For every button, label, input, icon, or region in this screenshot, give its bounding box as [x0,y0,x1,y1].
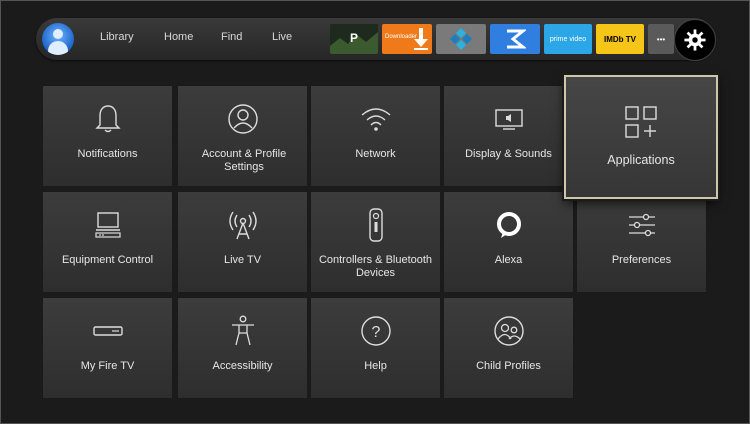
kodi-app-icon[interactable] [436,24,486,54]
p-app-icon[interactable]: P [330,24,378,54]
s-logo-icon [507,29,526,49]
nav-live[interactable]: Live [272,31,292,43]
tile-label: Notifications [77,148,138,160]
remote-icon [368,208,383,242]
screen: Library Home Find Live P Downloader prim… [0,0,750,424]
app-s-icon[interactable] [490,24,540,54]
tile-label: Network [355,148,396,160]
settings-tile-alexa[interactable]: Alexa [443,191,574,293]
tile-label: Controllers & Bluetooth Devices [318,254,433,279]
person-icon [227,104,258,134]
accessibility-icon [231,315,254,346]
settings-tile-network[interactable]: Network [310,85,441,187]
settings-tile-equipment-control[interactable]: Equipment Control [42,191,173,293]
tile-label: Alexa [494,254,523,266]
settings-tile-preferences[interactable]: Preferences [576,191,707,293]
nav-library[interactable]: Library [100,31,134,43]
apps-grid-icon [625,106,657,138]
settings-tile-notifications[interactable]: Notifications [42,85,173,187]
nav-find[interactable]: Find [221,31,242,43]
tile-label: Live TV [223,254,262,266]
wifi-icon [361,108,390,131]
settings-tile-account-profile[interactable]: Account & Profile Settings [177,85,308,187]
settings-gear-icon[interactable] [674,19,716,61]
display-icon [494,109,523,130]
fire-tv-stick-icon [92,326,123,336]
sliders-icon [628,213,655,237]
tile-label: Equipment Control [61,254,154,266]
help-icon: ? [360,316,391,346]
bell-icon [94,105,121,133]
tile-label: My Fire TV [80,360,135,372]
settings-tile-my-fire-tv[interactable]: My Fire TV [42,297,173,399]
downloader-app-icon[interactable]: Downloader [382,24,432,54]
settings-tile-controllers-bluetooth[interactable]: Controllers & Bluetooth Devices [310,191,441,293]
antenna-icon [228,211,257,240]
download-arrow-icon [414,28,428,50]
settings-tile-help[interactable]: ? Help [310,297,441,399]
imdb-tv-app-icon[interactable]: IMDb TV [596,24,644,54]
tile-label: Display & Sounds [465,148,552,160]
nav-home[interactable]: Home [164,31,193,43]
p-app-letter: P [350,31,358,45]
downloader-app-label: Downloader [385,34,418,40]
imdb-tv-label: IMDb TV [604,34,636,44]
tile-label: Child Profiles [476,360,541,372]
tile-label: Account & Profile Settings [201,148,287,173]
settings-tile-applications[interactable]: Applications [564,75,718,199]
svg-text:?: ? [371,324,380,341]
tile-label: Help [364,360,387,372]
kodi-logo-icon [450,28,472,50]
alexa-icon [496,212,521,238]
child-profiles-icon [493,316,524,346]
prime-video-app-icon[interactable]: prime video [544,24,592,54]
settings-tile-display-sounds[interactable]: Display & Sounds [443,85,574,187]
more-apps-icon[interactable]: ••• [648,24,674,54]
equipment-icon [94,212,121,238]
settings-tile-live-tv[interactable]: Live TV [177,191,308,293]
more-apps-dots: ••• [656,34,666,44]
settings-tile-accessibility[interactable]: Accessibility [177,297,308,399]
top-nav-bar: Library Home Find Live P Downloader prim… [36,18,716,61]
tile-label: Applications [607,153,675,167]
prime-video-label: prime video [549,35,587,43]
profile-avatar[interactable] [42,23,74,55]
tile-label: Preferences [611,254,672,266]
tile-label: Accessibility [212,360,273,372]
settings-tile-child-profiles[interactable]: Child Profiles [443,297,574,399]
